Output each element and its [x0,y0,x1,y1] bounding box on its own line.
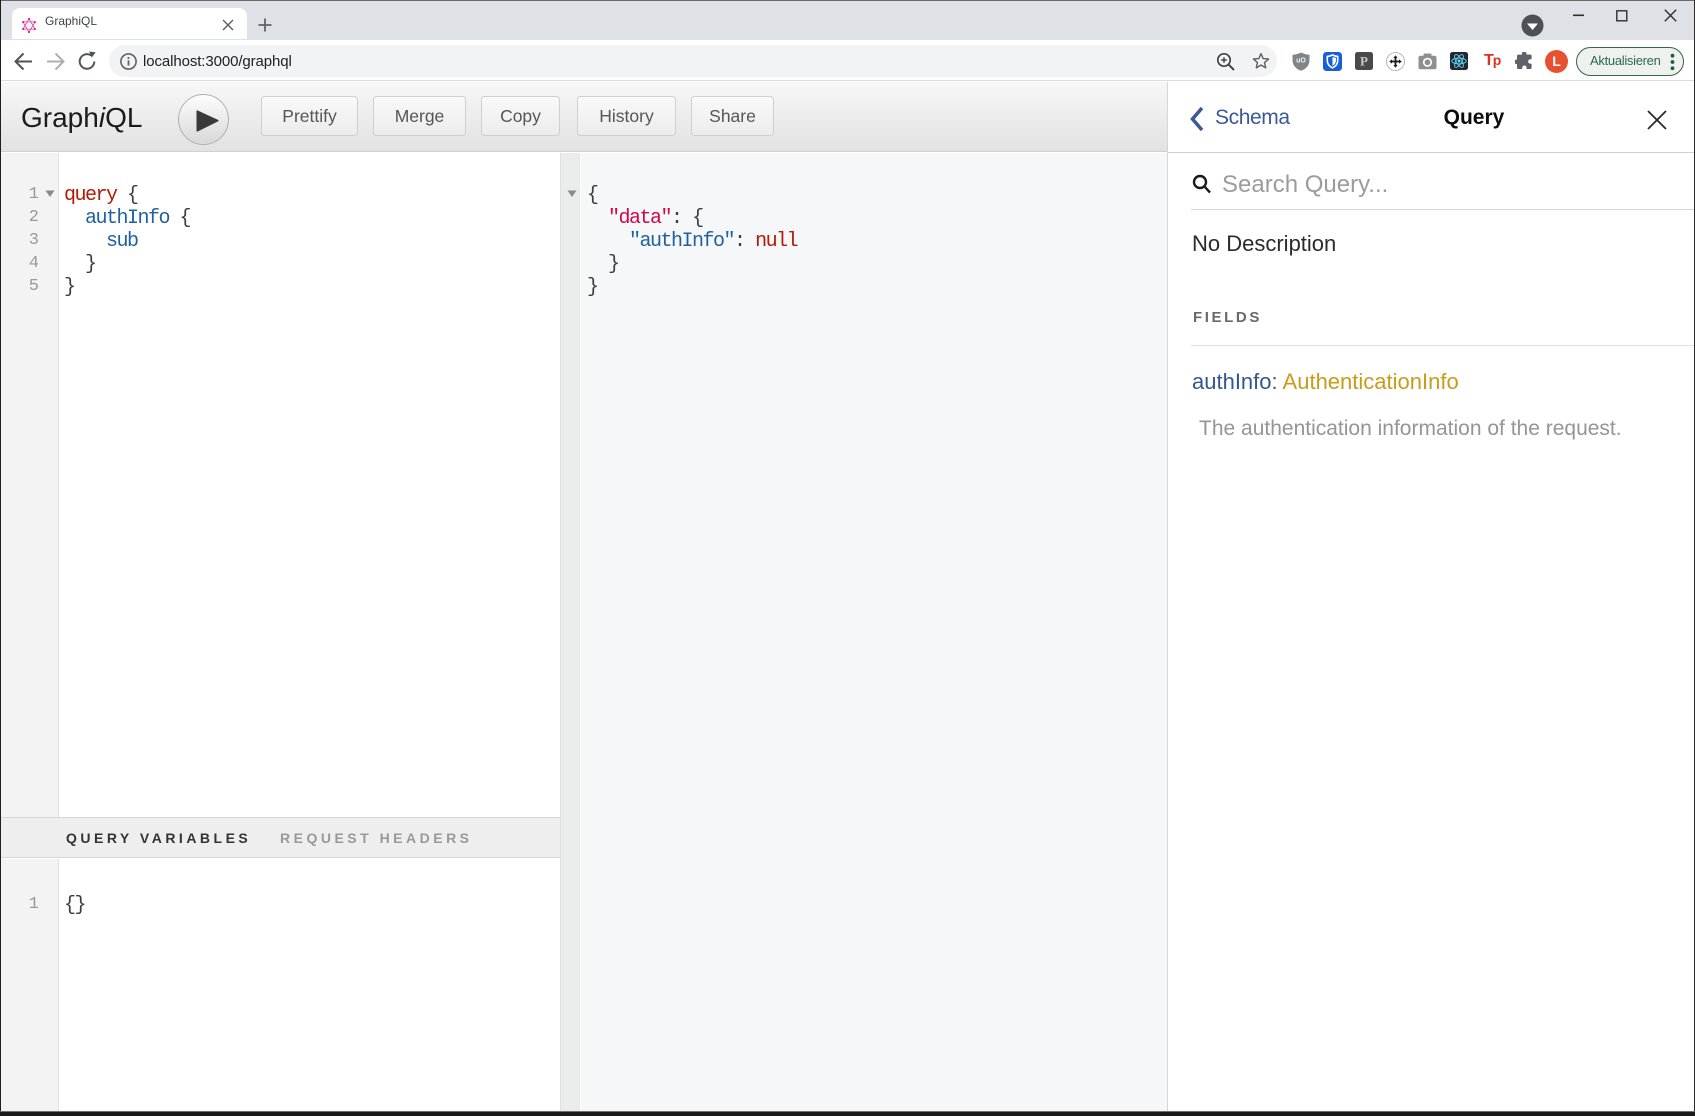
svg-text:uO: uO [1296,58,1306,65]
svg-text:P: P [1360,54,1368,69]
